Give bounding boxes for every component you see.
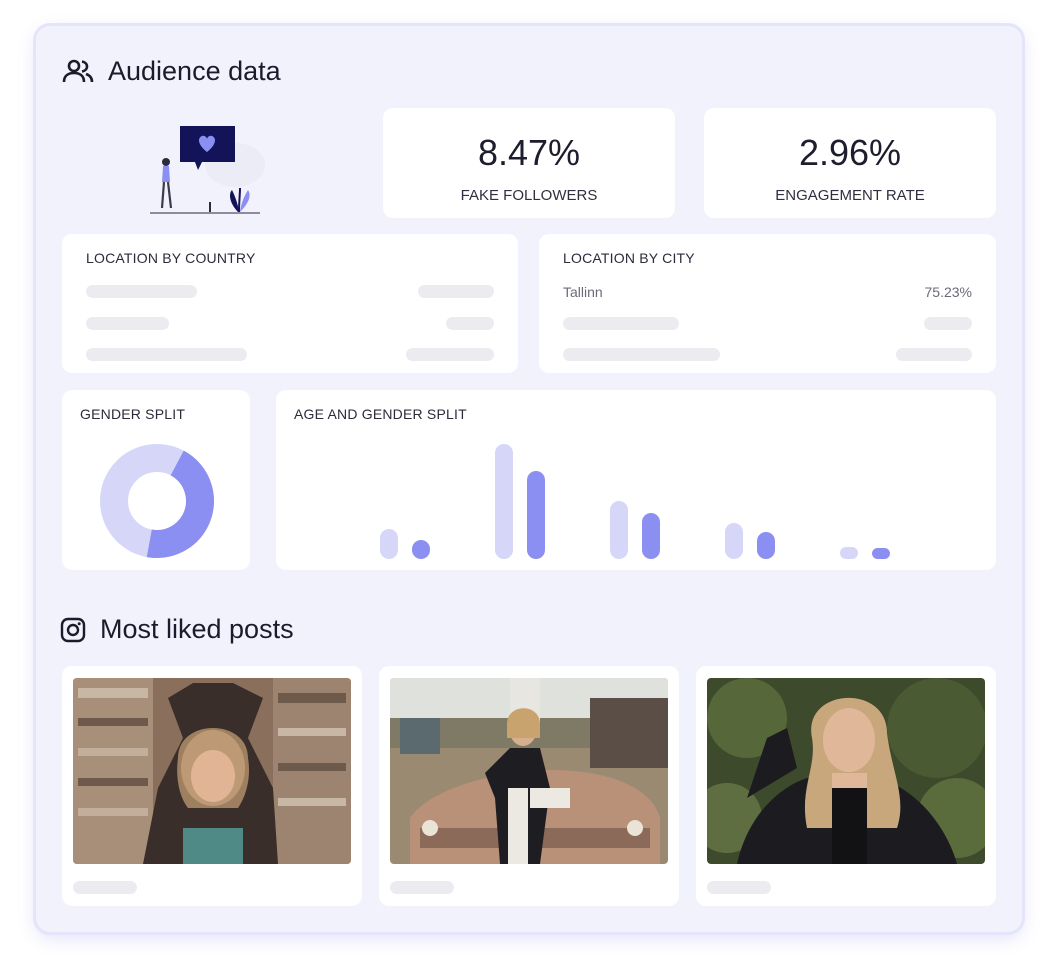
post-photo[interactable] [73, 678, 351, 864]
gender-split-card: GENDER SPLIT [62, 390, 250, 570]
placeholder-bar [418, 285, 494, 298]
post-card[interactable] [62, 666, 362, 906]
posts-header: Most liked posts [60, 614, 294, 645]
age-bar-light [495, 444, 513, 559]
age-bar-light [380, 529, 398, 559]
placeholder-bar [707, 881, 771, 894]
users-icon [62, 59, 94, 82]
placeholder-bar [563, 348, 720, 361]
age-bar-light [840, 547, 858, 559]
age-bar-dark [412, 540, 430, 559]
location-country-title: LOCATION BY COUNTRY [86, 250, 256, 266]
placeholder-bar [86, 348, 247, 361]
post-photo[interactable] [390, 678, 668, 864]
audience-header: Audience data [62, 56, 281, 87]
placeholder-bar [563, 317, 679, 330]
audience-title: Audience data [108, 56, 281, 86]
placeholder-bar [86, 285, 197, 298]
audience-panel: Audience data 8.47% FAKE FOLLOWERS 2.96%… [36, 26, 1022, 932]
placeholder-bar [446, 317, 494, 330]
age-bar-light [610, 501, 628, 559]
post-photo[interactable] [707, 678, 985, 864]
fake-followers-label: FAKE FOLLOWERS [460, 187, 598, 204]
placeholder-bar [406, 348, 494, 361]
age-bar-dark [642, 513, 660, 559]
audience-illustration [150, 126, 265, 214]
fake-followers-card: 8.47% FAKE FOLLOWERS [383, 108, 675, 218]
age-bar-dark [757, 532, 775, 559]
placeholder-bar [896, 348, 972, 361]
instagram-icon [60, 617, 86, 642]
engagement-rate-label: ENGAGEMENT RATE [775, 187, 925, 204]
gender-donut-chart [100, 444, 214, 558]
posts-title: Most liked posts [100, 614, 294, 644]
fake-followers-value: 8.47% [477, 132, 581, 173]
placeholder-bar [924, 317, 972, 330]
placeholder-bar [390, 881, 454, 894]
placeholder-bar [86, 317, 169, 330]
city-percentage: 75.23% [924, 284, 972, 300]
placeholder-bar [73, 881, 137, 894]
post-card[interactable] [696, 666, 996, 906]
engagement-rate-card: 2.96% ENGAGEMENT RATE [704, 108, 996, 218]
age-bar-dark [527, 471, 545, 559]
engagement-rate-value: 2.96% [798, 132, 902, 173]
age-gender-card: AGE AND GENDER SPLIT [276, 390, 996, 570]
age-gender-bar-chart [380, 444, 890, 559]
location-city-title: LOCATION BY CITY [563, 250, 695, 266]
age-bar-light [725, 523, 743, 559]
gender-split-title: GENDER SPLIT [80, 406, 186, 422]
post-card[interactable] [379, 666, 679, 906]
city-name: Tallinn [563, 284, 603, 300]
location-country-card: LOCATION BY COUNTRY [62, 234, 518, 373]
age-bar-dark [872, 548, 890, 559]
location-city-card: LOCATION BY CITY Tallinn 75.23% [539, 234, 996, 373]
